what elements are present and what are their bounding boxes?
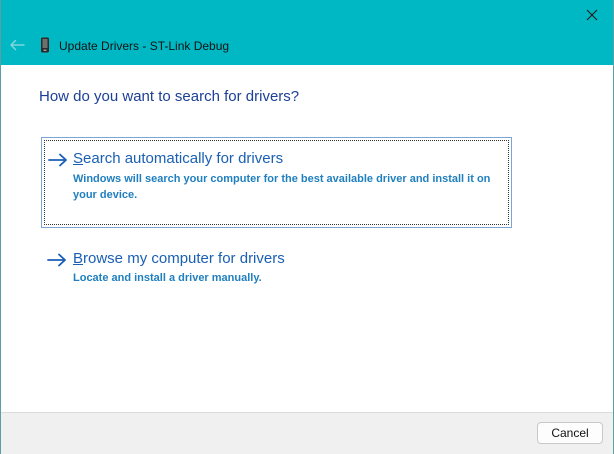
- option-title: Browse my computer for drivers: [73, 250, 285, 267]
- dialog-footer: Cancel: [1, 412, 613, 454]
- access-key: S: [73, 150, 84, 167]
- back-arrow-icon: [10, 39, 25, 51]
- search-automatically-option[interactable]: Search automatically for drivers Windows…: [41, 137, 512, 228]
- device-icon: [41, 37, 49, 53]
- page-heading: How do you want to search for drivers?: [39, 88, 300, 105]
- window-title: Update Drivers - ST-Link Debug: [59, 39, 230, 53]
- close-button[interactable]: [577, 2, 607, 28]
- title-bar: Update Drivers - ST-Link Debug: [1, 0, 613, 65]
- option-title: Search automatically for drivers: [73, 150, 283, 167]
- access-key: B: [73, 250, 84, 267]
- back-button[interactable]: [6, 36, 28, 54]
- arrow-right-icon: [47, 253, 66, 267]
- update-drivers-window: Update Drivers - ST-Link Debug How do yo…: [0, 0, 614, 454]
- option-title-text: rowse my computer for drivers: [83, 250, 285, 267]
- option-description: Windows will search your computer for th…: [73, 173, 491, 201]
- close-icon: [586, 9, 598, 21]
- option-description: Locate and install a driver manually.: [73, 272, 262, 284]
- arrow-right-icon: [48, 153, 67, 167]
- cancel-button[interactable]: Cancel: [537, 422, 603, 444]
- focus-outline: Search automatically for drivers Windows…: [44, 140, 509, 225]
- option-title-text: earch automatically for drivers: [83, 150, 284, 167]
- browse-computer-option[interactable]: Browse my computer for drivers Locate an…: [41, 245, 512, 295]
